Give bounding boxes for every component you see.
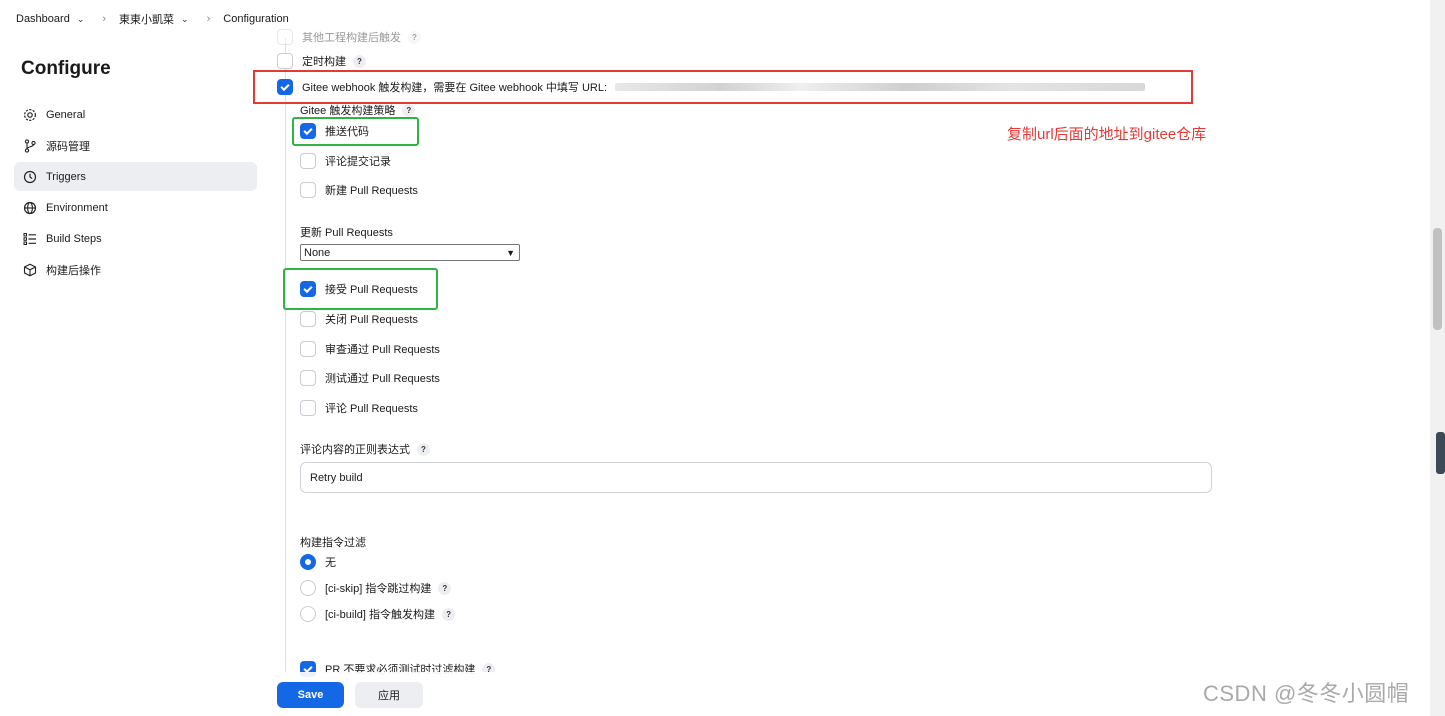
breadcrumb: Dashboard ⌄ › 東東小凱菜 ⌄ › Configuration <box>0 0 1430 38</box>
list-icon <box>22 231 38 247</box>
help-icon[interactable]: ? <box>417 442 430 456</box>
sidebar-item-label: General <box>46 108 86 121</box>
help-icon[interactable]: ? <box>353 54 366 68</box>
select-value: None <box>304 246 331 259</box>
radio-selected[interactable] <box>300 554 316 570</box>
checkbox[interactable] <box>300 400 316 416</box>
sidebar: Configure General 源码管理 Triggers Environm… <box>0 38 270 716</box>
comment-regex-label-text: 评论内容的正则表达式 <box>300 444 410 456</box>
help-icon[interactable]: ? <box>442 607 456 621</box>
comment-pr-option[interactable]: 评论 Pull Requests <box>300 400 418 416</box>
jenkins-configure-page: Dashboard ⌄ › 東東小凱菜 ⌄ › Configuration Co… <box>0 0 1445 716</box>
radio[interactable] <box>300 606 316 622</box>
option-label: [ci-build] 指令触发构建 <box>325 609 436 621</box>
breadcrumb-current[interactable]: Configuration <box>223 13 288 25</box>
new-pr-option[interactable]: 新建 Pull Requests <box>300 182 418 198</box>
cube-icon <box>22 262 38 278</box>
sidebar-item-post-build[interactable]: 构建后操作 <box>14 255 257 284</box>
checkbox[interactable] <box>300 182 316 198</box>
help-icon[interactable]: ? <box>438 581 452 595</box>
checkbox[interactable] <box>300 370 316 386</box>
review-pass-pr-option[interactable]: 审查通过 Pull Requests <box>300 341 440 357</box>
chevron-right-icon: › <box>206 13 211 25</box>
input-value: Retry build <box>310 471 363 484</box>
highlight-box-webhook-url <box>253 70 1193 104</box>
option-label: 无 <box>325 557 336 569</box>
breadcrumb-dashboard-label: Dashboard <box>16 13 70 25</box>
page-title: Configure <box>21 58 111 79</box>
sidebar-item-label: Environment <box>46 201 108 214</box>
other-trigger-option[interactable]: 其他工程构建后触发 ? <box>277 29 421 45</box>
comment-commit-option[interactable]: 评论提交记录 <box>300 153 391 169</box>
test-pass-pr-option[interactable]: 测试通过 Pull Requests <box>300 370 440 386</box>
option-label: [ci-skip] 指令跳过构建 <box>325 583 432 595</box>
option-label: 审查通过 Pull Requests <box>325 344 440 356</box>
apply-button[interactable]: 应用 <box>355 682 423 708</box>
branch-icon <box>22 138 38 154</box>
strategy-label-text: Gitee 触发构建策略 <box>300 105 396 117</box>
gear-icon <box>22 107 38 123</box>
radio[interactable] <box>300 580 316 596</box>
sidebar-item-label: Build Steps <box>46 232 102 245</box>
save-button[interactable]: Save <box>277 682 344 708</box>
chevron-down-icon[interactable]: ⌄ <box>181 14 189 25</box>
filter-build-option[interactable]: [ci-build] 指令触发构建 ? <box>300 606 456 622</box>
scrollbar-thumb[interactable] <box>1433 228 1442 330</box>
help-icon[interactable]: ? <box>408 30 421 44</box>
annotation-text: 复制url后面的地址到gitee仓库 <box>1007 126 1207 143</box>
sidebar-item-label: 源码管理 <box>46 140 90 153</box>
highlight-box-accept-pr <box>283 268 438 310</box>
sidebar-item-label: Triggers <box>46 170 86 183</box>
option-label: 新建 Pull Requests <box>325 185 418 197</box>
sidebar-item-label: 构建后操作 <box>46 264 101 277</box>
watermark: CSDN @冬冬小圆帽 <box>1203 681 1410 706</box>
breadcrumb-current-label: Configuration <box>223 13 289 25</box>
section-divider <box>285 38 286 678</box>
comment-regex-label: 评论内容的正则表达式 ? <box>300 441 430 457</box>
chevron-down-icon: ▼ <box>506 247 515 258</box>
checkbox[interactable] <box>300 311 316 327</box>
breadcrumb-project-label: 東東小凱菜 <box>119 14 175 26</box>
sidebar-item-general[interactable]: General <box>14 100 257 129</box>
globe-icon <box>22 200 38 216</box>
highlight-box-push-code <box>292 117 419 146</box>
option-label: 定时构建 <box>302 56 346 68</box>
update-pr-label: 更新 Pull Requests <box>300 227 393 239</box>
option-label: 测试通过 Pull Requests <box>325 373 440 385</box>
sidebar-item-triggers[interactable]: Triggers <box>14 162 257 191</box>
filter-skip-option[interactable]: [ci-skip] 指令跳过构建 ? <box>300 580 452 596</box>
breadcrumb-dashboard[interactable]: Dashboard ⌄ <box>16 13 84 25</box>
filter-label: 构建指令过滤 <box>300 537 366 549</box>
scheduled-build-option[interactable]: 定时构建 ? <box>277 53 366 69</box>
side-panel-handle[interactable] <box>1436 432 1445 474</box>
scrollbar-track[interactable] <box>1430 0 1445 716</box>
filter-none-option[interactable]: 无 <box>300 554 336 570</box>
option-label: 其他工程构建后触发 <box>302 32 401 44</box>
chevron-down-icon[interactable]: ⌄ <box>77 14 85 25</box>
close-pr-option[interactable]: 关闭 Pull Requests <box>300 311 418 327</box>
chevron-right-icon: › <box>102 13 107 25</box>
breadcrumb-project[interactable]: 東東小凱菜 ⌄ <box>119 11 189 27</box>
checkbox[interactable] <box>300 153 316 169</box>
sidebar-item-scm[interactable]: 源码管理 <box>14 131 257 160</box>
sidebar-item-environment[interactable]: Environment <box>14 193 257 222</box>
help-icon[interactable]: ? <box>402 103 416 117</box>
sidebar-nav: General 源码管理 Triggers Environment Build … <box>14 100 257 286</box>
gitee-strategy-label: Gitee 触发构建策略 ? <box>300 102 416 118</box>
clock-icon <box>22 169 38 185</box>
sidebar-item-build-steps[interactable]: Build Steps <box>14 224 257 253</box>
update-pr-select[interactable]: None ▼ <box>300 244 520 261</box>
option-label: 评论 Pull Requests <box>325 403 418 415</box>
checkbox[interactable] <box>277 29 293 45</box>
checkbox[interactable] <box>277 53 293 69</box>
comment-regex-input[interactable]: Retry build <box>300 462 1212 493</box>
checkbox[interactable] <box>300 341 316 357</box>
option-label: 关闭 Pull Requests <box>325 314 418 326</box>
option-label: 评论提交记录 <box>325 156 391 168</box>
